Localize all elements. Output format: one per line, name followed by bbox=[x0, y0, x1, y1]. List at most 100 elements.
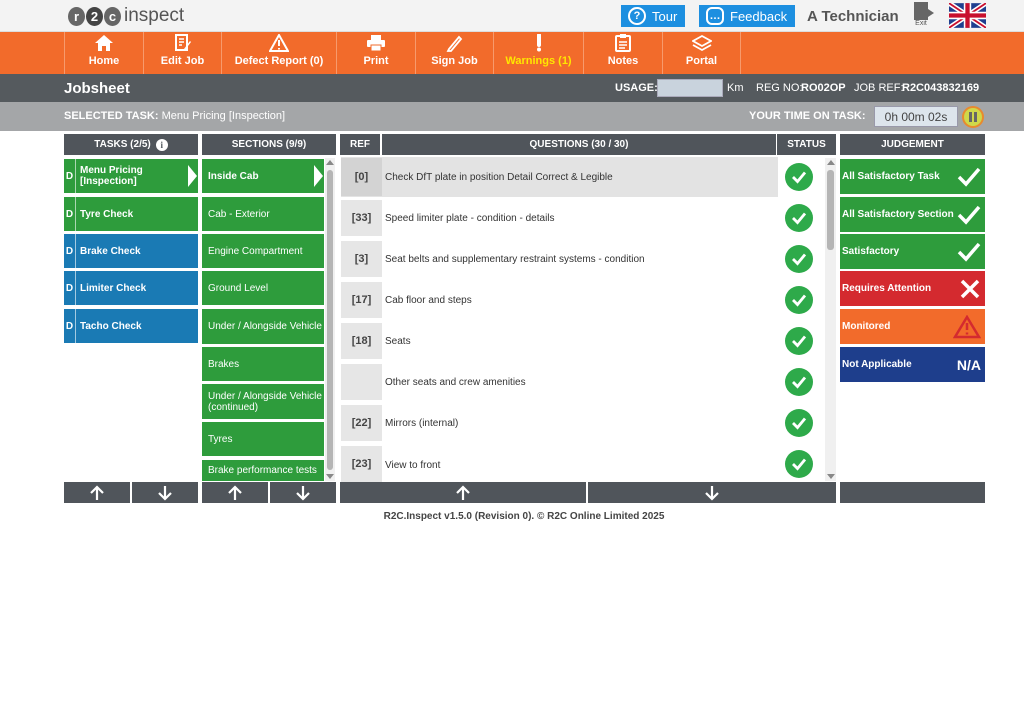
task-label: Tacho Check bbox=[80, 320, 142, 332]
section-label: Brake performance tests bbox=[208, 465, 317, 476]
section-item-tyres[interactable]: Tyres bbox=[202, 422, 324, 456]
exit-button[interactable]: Exit bbox=[909, 2, 934, 30]
nav-warnings[interactable]: Warnings (1) bbox=[493, 32, 583, 74]
nav-portal[interactable]: Portal bbox=[662, 32, 741, 74]
nav-home[interactable]: Home bbox=[64, 32, 143, 74]
nav-label: Notes bbox=[607, 55, 639, 67]
arrow-down-icon bbox=[158, 485, 172, 501]
question-text[interactable]: Speed limiter plate - condition - detail… bbox=[385, 213, 555, 224]
questions-scroll-up-button[interactable] bbox=[340, 482, 586, 503]
pause-timer-button[interactable] bbox=[962, 106, 984, 128]
tasks-scroll-up-button[interactable] bbox=[64, 482, 130, 503]
arrow-up-icon bbox=[90, 484, 104, 500]
scroll-down-icon[interactable] bbox=[326, 474, 334, 479]
check-icon[interactable] bbox=[785, 409, 813, 437]
selected-task-bar: SELECTED TASK: Menu Pricing [Inspection]… bbox=[0, 102, 1024, 131]
judgement-all-satisfactory-task[interactable]: All Satisfactory Task bbox=[840, 159, 985, 194]
question-text[interactable]: Other seats and crew amenities bbox=[385, 377, 526, 388]
section-label: Ground Level bbox=[208, 282, 269, 294]
check-icon bbox=[957, 205, 981, 225]
check-icon bbox=[957, 167, 981, 187]
task-item-limiter-check[interactable]: D Limiter Check bbox=[64, 271, 198, 305]
judgement-satisfactory[interactable]: Satisfactory bbox=[840, 234, 985, 269]
section-item-engine-compartment[interactable]: Engine Compartment bbox=[202, 234, 324, 268]
usage-label: USAGE: bbox=[615, 82, 658, 94]
scrollbar-thumb[interactable] bbox=[827, 170, 834, 250]
question-ref: [18] bbox=[341, 323, 382, 359]
task-item-tyre-check[interactable]: D Tyre Check bbox=[64, 197, 198, 231]
section-label: Cab - Exterior bbox=[208, 208, 270, 220]
main-nav: Home Edit Job Defect Report (0) Print Si… bbox=[0, 32, 1024, 74]
check-icon[interactable] bbox=[785, 245, 813, 273]
questions-scroll-down-button[interactable] bbox=[588, 482, 836, 503]
task-prefix: D bbox=[64, 197, 76, 231]
tasks-header-label: TASKS (2/5) bbox=[94, 139, 151, 150]
selected-task-label: SELECTED TASK: bbox=[64, 110, 159, 122]
sections-scroll-down-button[interactable] bbox=[270, 482, 336, 503]
judgement-all-satisfactory-section[interactable]: All Satisfactory Section bbox=[840, 197, 985, 232]
check-icon[interactable] bbox=[785, 286, 813, 314]
section-item-ground-level[interactable]: Ground Level bbox=[202, 271, 324, 305]
check-icon[interactable] bbox=[785, 204, 813, 232]
nav-notes[interactable]: Notes bbox=[583, 32, 662, 74]
check-icon[interactable] bbox=[785, 368, 813, 396]
section-item-cab-exterior[interactable]: Cab - Exterior bbox=[202, 197, 324, 231]
sections-scrollbar[interactable] bbox=[325, 158, 335, 481]
time-on-task-value: 0h 00m 02s bbox=[874, 106, 958, 127]
usage-input[interactable] bbox=[657, 79, 723, 97]
status-header: STATUS bbox=[777, 134, 836, 155]
printer-icon bbox=[366, 34, 386, 52]
check-icon bbox=[957, 242, 981, 262]
info-icon[interactable]: i bbox=[155, 138, 168, 151]
judgement-requires-attention[interactable]: Requires Attention bbox=[840, 271, 985, 306]
question-ref: [22] bbox=[341, 405, 382, 441]
questions-scrollbar[interactable] bbox=[825, 158, 836, 481]
tour-button[interactable]: ? Tour bbox=[621, 5, 685, 27]
judgement-label: Satisfactory bbox=[842, 246, 900, 257]
task-prefix: D bbox=[64, 159, 76, 193]
exit-door-icon bbox=[914, 2, 934, 20]
nav-edit-job[interactable]: Edit Job bbox=[143, 32, 221, 74]
judgement-label: Not Applicable bbox=[842, 359, 912, 370]
question-ref: [33] bbox=[341, 200, 382, 236]
judgement-monitored[interactable]: Monitored bbox=[840, 309, 985, 344]
task-item-brake-check[interactable]: D Brake Check bbox=[64, 234, 198, 268]
section-label: Brakes bbox=[208, 358, 240, 370]
scroll-down-icon[interactable] bbox=[827, 474, 835, 479]
section-item-brakes[interactable]: Brakes bbox=[202, 347, 324, 381]
task-item-menu-pricing[interactable]: D Menu Pricing [Inspection] bbox=[64, 159, 198, 193]
tasks-scroll-down-button[interactable] bbox=[132, 482, 198, 503]
scroll-up-icon[interactable] bbox=[326, 160, 334, 165]
question-text[interactable]: Seats bbox=[385, 336, 411, 347]
question-text[interactable]: Check DfT plate in position Detail Corre… bbox=[385, 172, 613, 183]
task-item-tacho-check[interactable]: D Tacho Check bbox=[64, 309, 198, 343]
reg-value: RO02OP bbox=[801, 82, 846, 94]
nav-defect-report[interactable]: Defect Report (0) bbox=[221, 32, 336, 74]
feedback-button[interactable]: … Feedback bbox=[699, 5, 795, 27]
question-text[interactable]: Cab floor and steps bbox=[385, 295, 472, 306]
section-item-inside-cab[interactable]: Inside Cab bbox=[202, 159, 324, 193]
judgement-label: Monitored bbox=[842, 321, 891, 332]
ref-header-label: REF bbox=[350, 139, 370, 150]
footer-copyright: R2C.Inspect v1.5.0 (Revision 0). © R2C O… bbox=[383, 511, 665, 522]
nav-sign-job[interactable]: Sign Job bbox=[415, 32, 493, 74]
check-icon[interactable] bbox=[785, 163, 813, 191]
judgement-not-applicable[interactable]: Not Applicable N/A bbox=[840, 347, 985, 382]
check-icon[interactable] bbox=[785, 327, 813, 355]
question-text[interactable]: Seat belts and supplementary restraint s… bbox=[385, 254, 645, 265]
nav-print[interactable]: Print bbox=[336, 32, 415, 74]
scrollbar-thumb[interactable] bbox=[327, 170, 333, 470]
question-text[interactable]: View to front bbox=[385, 460, 440, 471]
section-item-under-alongside-continued[interactable]: Under / Alongside Vehicle (continued) bbox=[202, 384, 324, 419]
check-icon[interactable] bbox=[785, 450, 813, 478]
question-text[interactable]: Mirrors (internal) bbox=[385, 418, 458, 429]
uk-flag-icon[interactable] bbox=[949, 3, 986, 28]
logo-letter: 2 bbox=[86, 6, 103, 26]
nav-label: Portal bbox=[685, 55, 718, 67]
nav-label: Defect Report (0) bbox=[234, 55, 324, 67]
section-item-under-alongside[interactable]: Under / Alongside Vehicle bbox=[202, 309, 324, 344]
scroll-up-icon[interactable] bbox=[827, 160, 835, 165]
arrow-up-icon bbox=[456, 484, 470, 500]
sections-scroll-up-button[interactable] bbox=[202, 482, 268, 503]
section-item-brake-performance[interactable]: Brake performance tests bbox=[202, 460, 324, 481]
